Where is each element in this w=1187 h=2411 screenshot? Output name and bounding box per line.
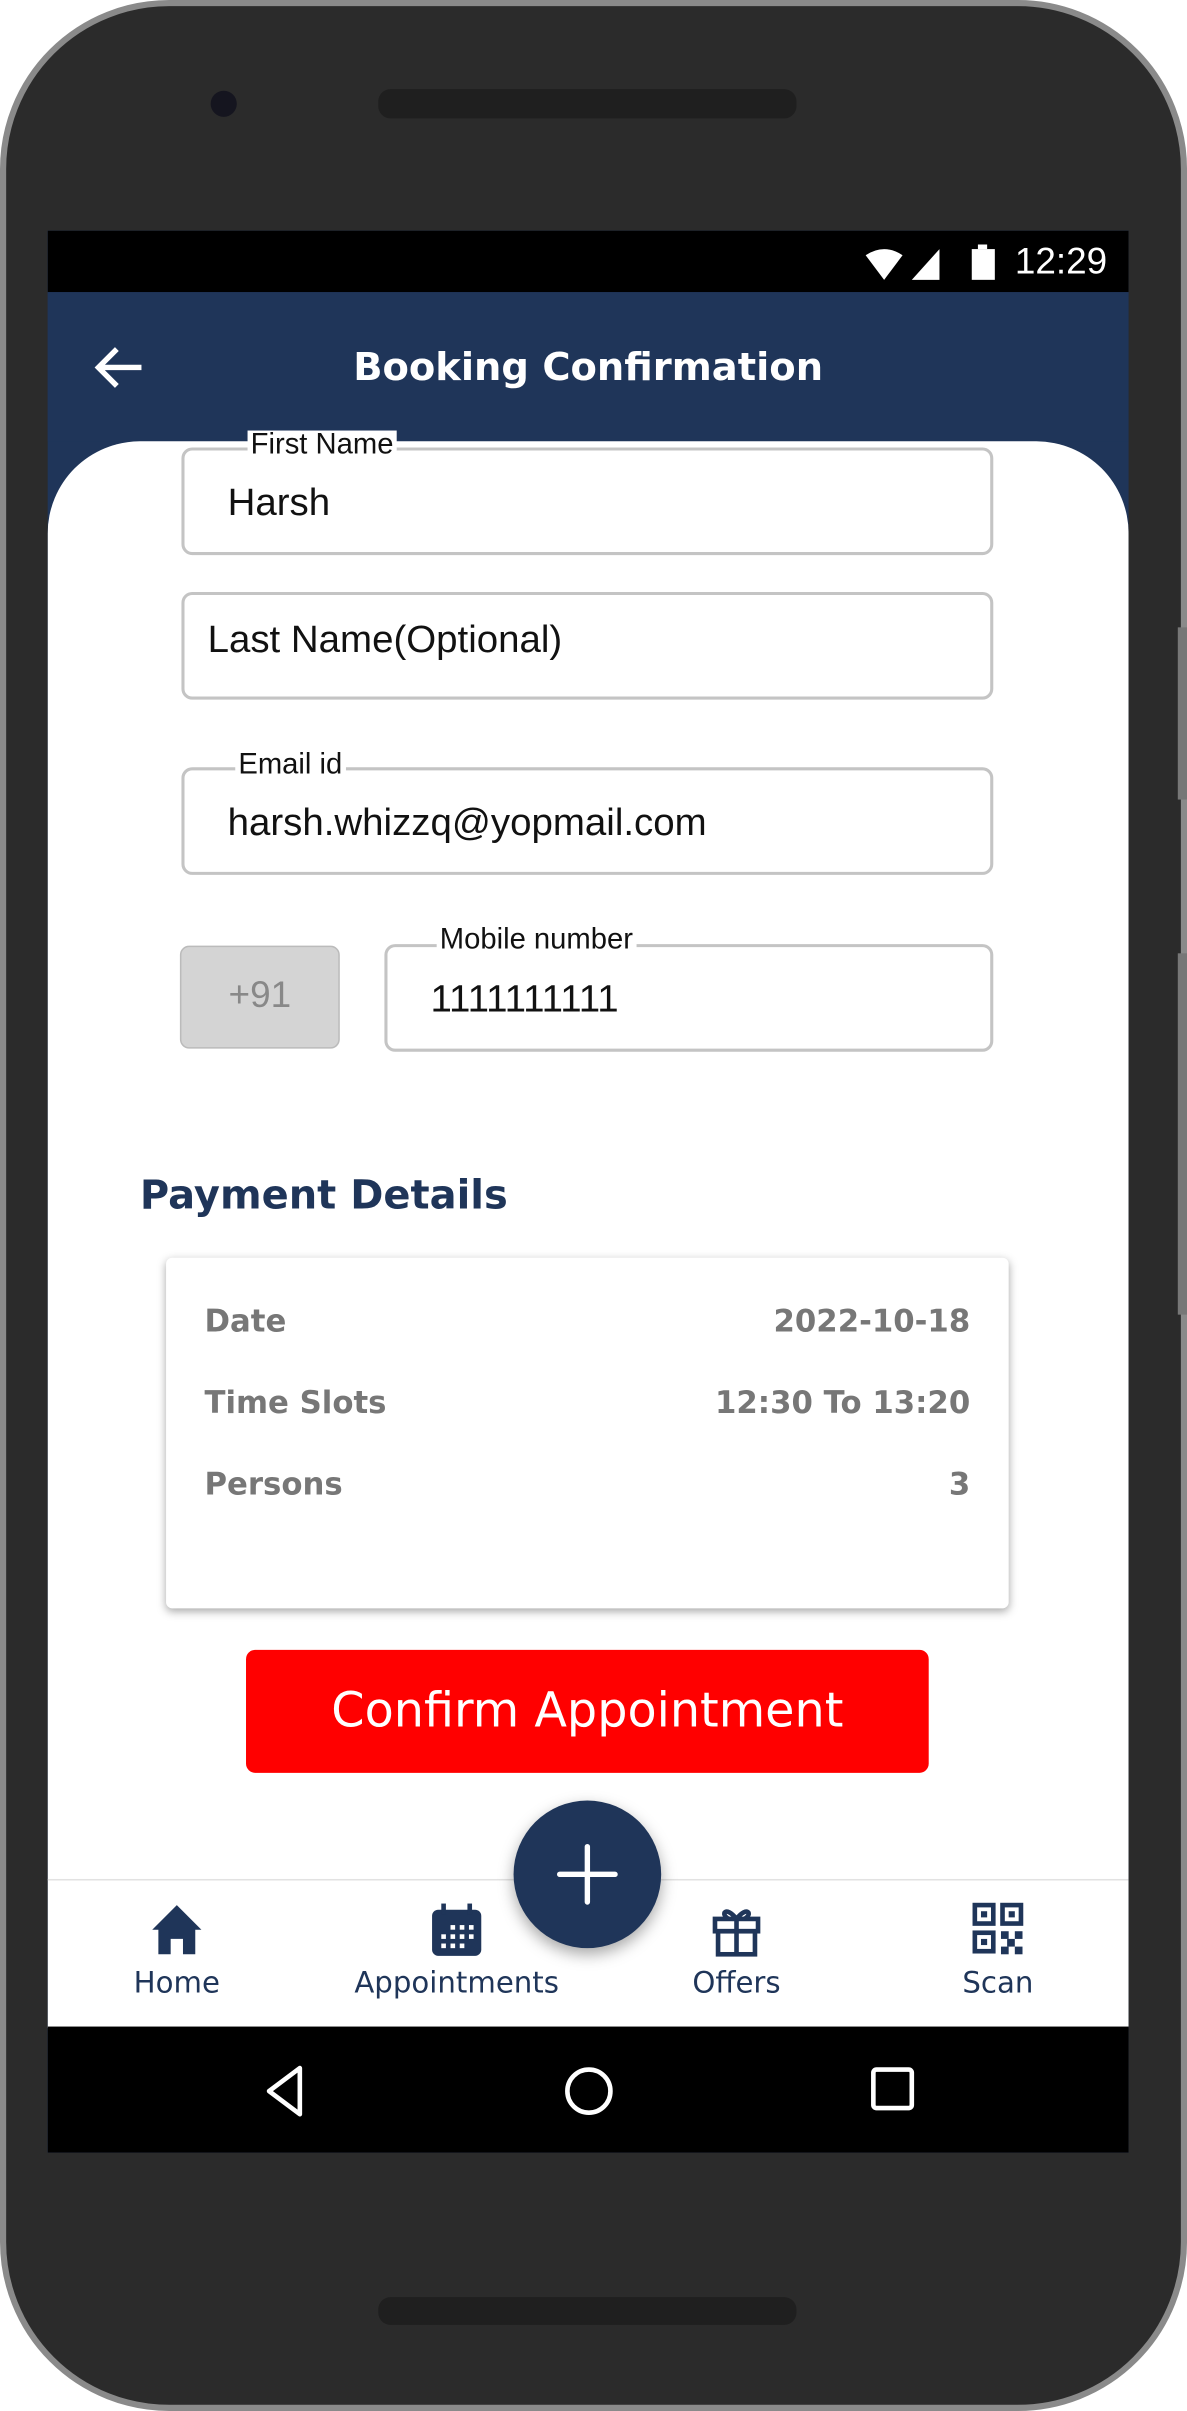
row-value: 3 [948, 1465, 971, 1503]
status-time: 12:29 [1014, 241, 1108, 283]
page-title: Booking Confirmation [353, 344, 824, 390]
system-nav-bar [47, 2026, 1129, 2153]
plus-icon [556, 1843, 618, 1905]
calendar-icon [432, 1903, 482, 1956]
add-fab-button[interactable] [513, 1800, 662, 1949]
mobile-value: 1111111111 [430, 977, 619, 1021]
payment-card: Date 2022-10-18 Time Slots 12:30 To 13:2… [166, 1257, 1009, 1609]
last-name-field[interactable]: Last Name(Optional) [181, 591, 994, 700]
first-name-label: First Name [247, 430, 397, 462]
nav-label: Appointments [354, 1966, 559, 2001]
gift-icon [712, 1909, 761, 1957]
last-name-placeholder: Last Name(Optional) [207, 618, 563, 662]
system-home-icon[interactable] [561, 2063, 616, 2118]
wifi-signal-icon [865, 249, 940, 280]
bottom-speaker [378, 2297, 797, 2325]
first-name-value: Harsh [227, 481, 331, 525]
speaker [378, 89, 797, 119]
country-code: +91 [179, 945, 340, 1049]
volume-button [1177, 627, 1187, 800]
row-value: 2022-10-18 [773, 1302, 971, 1340]
camera [210, 90, 237, 117]
nav-home[interactable]: Home [48, 1880, 308, 2028]
battery-icon [971, 244, 995, 280]
system-recents-icon[interactable] [869, 2065, 918, 2114]
qr-code-icon [972, 1902, 1024, 1955]
confirm-appointment-button[interactable]: Confirm Appointment [246, 1649, 929, 1773]
row-value: 12:30 To 13:20 [715, 1383, 971, 1421]
row-label: Persons [204, 1465, 343, 1503]
nav-label: Home [133, 1966, 220, 2001]
mobile-label: Mobile number [436, 925, 637, 957]
email-field[interactable]: harsh.whizzq@yopmail.com [181, 767, 994, 875]
row-label: Time Slots [204, 1383, 387, 1421]
nav-label: Scan [962, 1966, 1034, 2001]
power-button [1177, 953, 1187, 1315]
nav-scan[interactable]: Scan [867, 1880, 1128, 2028]
status-bar: 12:29 [47, 230, 1129, 293]
email-label: Email id [235, 750, 346, 782]
app-bar: Booking Confirmation [47, 292, 1129, 442]
mobile-field[interactable]: 1111111111 [384, 944, 994, 1052]
nav-label: Offers [692, 1966, 781, 2001]
home-icon [152, 1905, 202, 1955]
system-back-icon[interactable] [260, 2063, 309, 2118]
content: Harsh First Name Last Name(Optional) har… [47, 430, 1129, 1879]
row-label: Date [204, 1302, 287, 1340]
screen: 12:29 Booking Confirmation Harsh First N… [47, 230, 1129, 2153]
first-name-field[interactable]: Harsh [181, 447, 994, 556]
payment-details-heading: Payment Details [139, 1173, 508, 1220]
email-value: harsh.whizzq@yopmail.com [227, 801, 707, 845]
